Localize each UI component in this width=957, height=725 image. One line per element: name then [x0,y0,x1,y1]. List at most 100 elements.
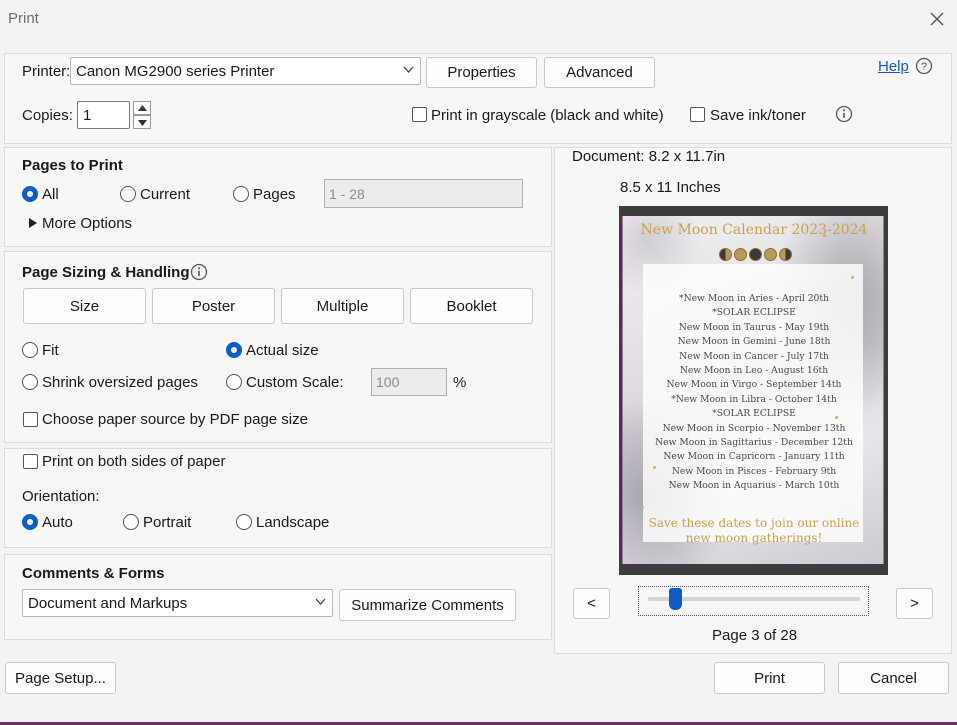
custom-scale-input[interactable]: 100 [371,368,447,396]
save-ink-checkbox[interactable] [690,107,705,122]
moon-phase-icon [733,248,747,261]
preview-calendar-footer: Save these dates to join our online new … [623,516,883,546]
orientation-portrait-radio[interactable] [123,514,139,530]
page-slider-thumb[interactable] [669,588,683,610]
help-link[interactable]: Help [878,58,909,75]
more-options-toggle[interactable]: More Options [42,215,132,232]
custom-scale-label: Custom Scale: [246,374,344,391]
svg-text:?: ? [921,61,927,73]
chevron-down-icon [315,598,326,605]
gold-speck [641,506,644,509]
comments-forms-value: Document and Markups [28,594,188,612]
shrink-label: Shrink oversized pages [42,374,198,391]
copies-value: 1 [83,106,92,124]
previous-page-button[interactable]: < [573,588,610,619]
caret-down-icon [138,120,147,126]
page-indicator: Page 3 of 28 [712,627,798,644]
grayscale-checkbox[interactable] [412,107,427,122]
help-question-icon[interactable]: ? [915,57,933,75]
moon-phases-icon [715,248,795,262]
all-pages-label: All [42,186,59,203]
page-sizing-heading: Page Sizing & Handling [22,264,190,281]
copies-decrement[interactable] [133,115,151,129]
gold-speck [851,276,854,279]
expand-triangle-icon[interactable] [29,218,37,228]
tab-poster[interactable]: Poster [152,288,275,324]
both-sides-checkbox[interactable] [23,454,38,469]
copies-increment[interactable] [133,101,151,115]
copies-input[interactable]: 1 [77,101,130,129]
all-pages-radio[interactable] [22,186,38,202]
fit-radio[interactable] [22,342,38,358]
comments-forms-select[interactable]: Document and Markups [22,589,333,617]
moon-phase-icon [778,248,792,261]
print-button[interactable]: Print [714,662,825,694]
pages-range-input[interactable]: 1 - 28 [324,179,523,208]
calendar-line: New Moon in Leo - August 16th [679,365,829,377]
percent-sign: % [453,374,467,391]
preview-page: New Moon Calendar 2023-2024 *New Moon in… [622,216,884,564]
calendar-footer-line: new moon gatherings! [685,531,823,545]
moon-phase-icon [748,248,762,261]
pages-to-print-heading: Pages to Print [22,157,123,174]
properties-button[interactable]: Properties [426,57,537,88]
calendar-line: New Moon in Gemini - June 18th [677,336,831,348]
calendar-line: New Moon in Capricorn - January 11th [663,451,845,463]
comments-forms-heading: Comments & Forms [22,565,165,582]
printer-select[interactable]: Canon MG2900 series Printer [70,57,421,85]
calendar-line: *SOLAR ECLIPSE [712,307,796,319]
calendar-line: *New Moon in Aries - April 20th [678,293,829,304]
orientation-landscape-label: Landscape [256,514,330,531]
advanced-button[interactable]: Advanced [544,57,655,88]
tab-booklet[interactable]: Booklet [410,288,533,324]
calendar-line: New Moon in Virgo - September 14th [666,379,842,391]
info-icon[interactable] [835,105,853,123]
both-sides-label: Print on both sides of paper [42,453,226,470]
orientation-auto-radio[interactable] [22,514,38,530]
fit-label: Fit [42,342,59,359]
copies-label: Copies: [22,107,73,124]
sizing-info-icon[interactable] [190,263,208,281]
tab-size[interactable]: Size [23,288,146,324]
moon-phase-icon [763,248,777,261]
summarize-comments-button[interactable]: Summarize Comments [339,589,516,621]
orientation-landscape-radio[interactable] [236,514,252,530]
preview-calendar-title: New Moon Calendar 2023-2024 [640,222,868,238]
printer-value: Canon MG2900 series Printer [76,62,275,80]
calendar-line: *New Moon in Libra - October 14th [671,393,837,405]
cancel-button[interactable]: Cancel [838,662,949,694]
calendar-line: New Moon in Sagittarius - December 12th [655,437,853,449]
moon-phase-icon [718,248,732,261]
calendar-line: New Moon in Scorpio - November 13th [662,422,846,434]
tab-multiple[interactable]: Multiple [281,288,404,324]
close-icon[interactable] [926,8,948,30]
calendar-line: New Moon in Taurus - May 19th [678,321,830,333]
next-page-button[interactable]: > [896,588,933,619]
calendar-line: New Moon in Aquarius - March 10th [668,480,840,492]
printer-label: Printer: [22,63,71,80]
current-page-radio[interactable] [120,186,136,202]
pages-range-radio[interactable] [233,186,249,202]
print-dialog: Print Printer: Canon MG2900 series Print… [0,0,957,725]
calendar-line: *SOLAR ECLIPSE [712,408,796,420]
calendar-line: New Moon in Pisces - February 9th [671,465,837,477]
paper-size: 8.5 x 11 Inches [620,179,721,196]
caret-up-icon [138,105,147,111]
calendar-footer-line: Save these dates to join our online [648,516,860,530]
window-title: Print [8,10,39,27]
custom-scale-radio[interactable] [226,374,242,390]
shrink-radio[interactable] [22,374,38,390]
grayscale-label: Print in grayscale (black and white) [431,107,664,124]
document-size: Document: 8.2 x 11.7in [572,148,726,165]
preview-calendar-lines: *New Moon in Aries - April 20th *SOLAR E… [623,292,883,494]
paper-source-label: Choose paper source by PDF page size [42,411,308,428]
actual-size-radio[interactable] [226,342,242,358]
page-setup-button[interactable]: Page Setup... [5,662,116,694]
orientation-portrait-label: Portrait [143,514,192,531]
paper-source-checkbox[interactable] [23,412,38,427]
save-ink-label: Save ink/toner [710,107,806,124]
current-page-label: Current [140,186,191,203]
calendar-line: New Moon in Cancer - July 17th [679,350,829,362]
pages-range-label: Pages [253,186,296,203]
orientation-auto-label: Auto [42,514,73,531]
